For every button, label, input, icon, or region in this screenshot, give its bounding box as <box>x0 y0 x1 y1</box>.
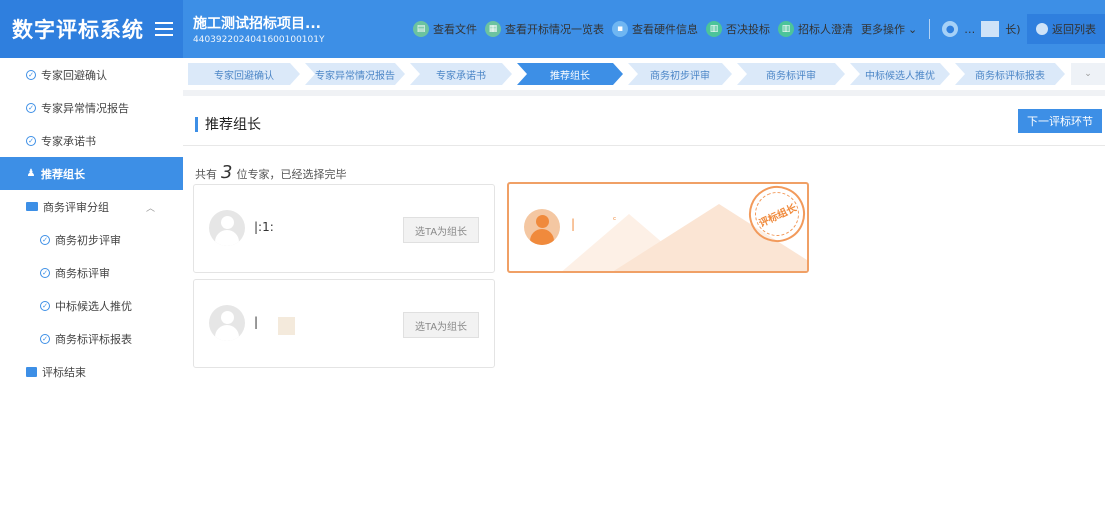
sidebar-item-business-report[interactable]: ✓ 商务标评标报表 <box>0 322 183 355</box>
check-circle-icon: ✓ <box>40 333 50 344</box>
view-hardware-label: 查看硬件信息 <box>632 23 698 36</box>
project-name: 施工测试招标项目... <box>193 16 321 32</box>
view-file-label: 查看文件 <box>433 23 477 36</box>
leader-name: | <box>571 217 576 231</box>
sidebar-item-label: 专家承诺书 <box>41 134 96 148</box>
sidebar-item-abnormal-report[interactable]: ✓ 专家异常情况报告 <box>0 91 183 124</box>
steps-more-chevron-icon[interactable]: ⌄ <box>1071 63 1105 85</box>
step-tab-initial-review[interactable]: 商务初步评审 <box>628 63 732 85</box>
leader-avatar-icon <box>524 209 560 245</box>
expert-card: |:1: 选TA为组长 <box>193 184 495 273</box>
user-name-mask <box>981 21 1000 37</box>
table-icon: ▦ <box>485 21 501 37</box>
sidebar-item-recommend-leader[interactable]: ♟ 推荐组长 <box>0 157 183 190</box>
sidebar-item-commitment[interactable]: ✓ 专家承诺书 <box>0 124 183 157</box>
step-tab-recommend-leader[interactable]: 推荐组长 <box>517 63 623 85</box>
project-code: 440392202404160010010​1Y <box>193 35 325 45</box>
user-name: 长) <box>1005 23 1021 36</box>
view-opening-table-label: 查看开标情况一览表 <box>505 23 604 36</box>
sidebar-item-label: 商务初步评审 <box>55 233 121 247</box>
expert-name: | <box>254 315 259 329</box>
step-tab-candidate-rank[interactable]: 中标候选人推优 <box>850 63 950 85</box>
tenderer-clarify-button[interactable]: ▥ 招标人澄清 <box>778 21 853 37</box>
check-circle-icon: ✓ <box>40 234 50 245</box>
expert-name-mask <box>278 317 295 335</box>
calendar-icon <box>26 366 37 377</box>
header-divider <box>929 19 931 39</box>
next-stage-button[interactable]: 下一评标环节 <box>1018 109 1102 133</box>
select-leader-button[interactable]: 选TA为组长 <box>403 217 479 243</box>
sidebar: ✓ 专家回避确认 ✓ 专家异常情况报告 ✓ 专家承诺书 ♟ 推荐组长 商务评审分… <box>0 58 183 528</box>
user-menu[interactable]: ● … 长) <box>942 21 1021 37</box>
title-divider <box>183 145 1105 146</box>
sidebar-item-label: 商务标评审 <box>55 266 110 280</box>
brand: 数字评标系统 <box>0 0 183 58</box>
leader-name-mark: ᶜ <box>613 216 617 226</box>
check-circle-icon: ✓ <box>26 102 36 113</box>
summary-suffix: 位专家，已经选择完毕 <box>236 168 347 181</box>
leader-card: | ᶜ 评标组长 <box>507 182 809 273</box>
view-opening-table-button[interactable]: ▦ 查看开标情况一览表 <box>485 21 604 37</box>
sidebar-item-label: 推荐组长 <box>41 167 85 181</box>
grid-icon: ▪ <box>612 21 628 37</box>
sidebar-item-label: 评标结束 <box>42 365 86 379</box>
step-tab-commitment[interactable]: 专家承诺书 <box>410 63 512 85</box>
check-circle-icon: ✓ <box>40 300 50 311</box>
sidebar-item-initial-review[interactable]: ✓ 商务初步评审 <box>0 223 183 256</box>
step-tab-business-report[interactable]: 商务标评标报表 <box>955 63 1065 85</box>
view-hardware-button[interactable]: ▪ 查看硬件信息 <box>612 21 698 37</box>
project-info: 施工测试招标项目... 440392202404160010010​1Y <box>183 13 403 45</box>
user-dots: … <box>964 22 976 36</box>
sidebar-item-evaluation-end[interactable]: 评标结束 <box>0 355 183 388</box>
chevron-up-icon: ︿ <box>145 204 155 214</box>
expert-card: | 选TA为组长 <box>193 279 495 368</box>
more-actions-dropdown[interactable]: 更多操作 ⌄ <box>861 21 917 37</box>
expert-avatar-icon <box>209 305 245 341</box>
app-title: 数字评标系统 <box>12 18 144 42</box>
summary-prefix: 共有 <box>195 168 217 181</box>
tenderer-clarify-label: 招标人澄清 <box>798 23 853 36</box>
view-file-button[interactable]: ▤ 查看文件 <box>413 21 477 37</box>
step-bar: 专家回避确认 专家异常情况报告 专家承诺书 推荐组长 商务初步评审 商务标评审 … <box>183 58 1105 90</box>
sidebar-item-label: 商务评审分组 <box>43 200 109 214</box>
sidebar-item-candidate-rank[interactable]: ✓ 中标候选人推优 <box>0 289 183 322</box>
select-leader-button[interactable]: 选TA为组长 <box>403 312 479 338</box>
page-title: 推荐组长 <box>195 114 261 134</box>
sidebar-item-label: 专家回避确认 <box>41 68 107 82</box>
sidebar-item-label: 中标候选人推优 <box>55 299 132 313</box>
veto-bid-button[interactable]: ▥ 否决投标 <box>706 21 770 37</box>
expert-summary: 共有 3 位专家，已经选择完毕 <box>195 162 346 183</box>
folder-icon <box>26 202 38 211</box>
main-content: 推荐组长 下一评标环节 共有 3 位专家，已经选择完毕 |:1: 选TA为组长 … <box>183 96 1105 528</box>
sidebar-item-label: 商务标评标报表 <box>55 332 132 346</box>
sidebar-item-label: 专家异常情况报告 <box>41 101 129 115</box>
step-tab-abnormal[interactable]: 专家异常情况报告 <box>305 63 405 85</box>
check-circle-icon: ✓ <box>26 69 36 80</box>
veto-bid-label: 否决投标 <box>726 23 770 36</box>
check-circle-icon: ✓ <box>40 267 50 278</box>
sidebar-item-business-review[interactable]: ✓ 商务标评审 <box>0 256 183 289</box>
user-icon: ● <box>942 21 959 37</box>
expert-count: 3 <box>221 162 233 183</box>
expert-name: |:1: <box>254 220 274 234</box>
leader-stamp-text: 评标组长 <box>757 202 799 230</box>
step-tabs: 专家回避确认 专家异常情况报告 专家承诺书 推荐组长 商务初步评审 商务标评审 … <box>188 63 1070 85</box>
return-icon <box>1036 23 1048 35</box>
return-label: 返回列表 <box>1052 23 1096 36</box>
menu-toggle-icon[interactable] <box>155 22 173 36</box>
document-icon: ▤ <box>413 21 429 37</box>
step-tab-avoidance[interactable]: 专家回避确认 <box>188 63 300 85</box>
group-users-icon: ♟ <box>26 168 36 179</box>
header-actions: ▤ 查看文件 ▦ 查看开标情况一览表 ▪ 查看硬件信息 ▥ 否决投标 ▥ 招标人… <box>413 0 1021 58</box>
step-tab-business-review[interactable]: 商务标评审 <box>737 63 845 85</box>
clarify-icon: ▥ <box>778 21 794 37</box>
check-circle-icon: ✓ <box>26 135 36 146</box>
sidebar-item-avoidance-confirm[interactable]: ✓ 专家回避确认 <box>0 58 183 91</box>
sidebar-item-business-group[interactable]: 商务评审分组 ︿ <box>0 190 183 223</box>
more-actions-label: 更多操作 <box>861 23 905 36</box>
expert-avatar-icon <box>209 210 245 246</box>
chevron-down-icon: ⌄ <box>908 22 918 36</box>
return-list-button[interactable]: 返回列表 <box>1027 14 1105 44</box>
veto-icon: ▥ <box>706 21 722 37</box>
